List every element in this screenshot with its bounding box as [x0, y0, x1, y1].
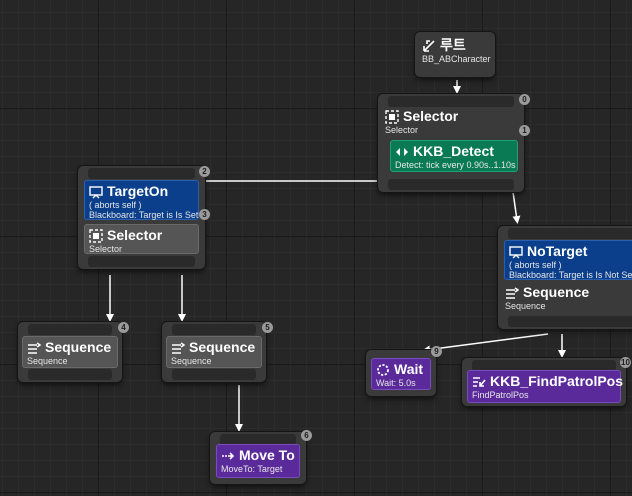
output-pin[interactable]: [388, 179, 514, 190]
selector-sub-subtitle: Selector: [89, 244, 123, 254]
notarget-sequence-subtitle: Sequence: [505, 301, 546, 311]
selector-sub-title: Selector: [107, 227, 163, 243]
input-pin[interactable]: [508, 228, 632, 239]
badge-1: 1: [519, 125, 530, 136]
wire-notarget-wait: [422, 333, 549, 354]
targeton-aborts: ( aborts self ): [89, 200, 142, 210]
output-pin[interactable]: [172, 369, 256, 380]
wait-icon: [377, 363, 389, 376]
sequence-node-4[interactable]: Sequence Sequence: [18, 322, 122, 382]
input-pin[interactable]: [28, 324, 112, 335]
notarget-condition: Blackboard: Target is Is Not Set: [509, 270, 632, 280]
badge-0: 0: [519, 94, 530, 105]
moveto-title: Move To: [239, 447, 295, 463]
findpatrol-box[interactable]: KKB_FindPatrolPos FindPatrolPos: [467, 370, 624, 403]
service-icon: [396, 147, 408, 156]
output-pin[interactable]: [88, 256, 195, 267]
notarget-sequence-title: Sequence: [523, 284, 590, 300]
input-pin[interactable]: [88, 168, 195, 179]
selector-main-subtitle: Selector: [385, 125, 419, 135]
decorator-icon: [89, 185, 103, 198]
targeton-condition: Blackboard: Target is Is Set: [89, 210, 199, 220]
badge-3: 3: [199, 209, 210, 220]
sequence-icon: [506, 286, 519, 299]
decorator-icon: [509, 245, 523, 258]
targeton-selector-node[interactable]: TargetOn ( aborts self ) Blackboard: Tar…: [78, 166, 205, 269]
sequence-box-5[interactable]: Sequence Sequence: [166, 336, 262, 368]
input-pin[interactable]: [172, 324, 256, 335]
wire-selector-notarget: [512, 191, 521, 224]
sequence-node-5[interactable]: Sequence Sequence: [162, 322, 266, 382]
selector-icon: [385, 109, 399, 124]
sequence-icon: [172, 341, 185, 354]
service-kkb-detect[interactable]: KKB_Detect Detect: tick every 0.90s..1.1…: [390, 140, 518, 172]
selector-sub-box[interactable]: Selector Selector: [84, 224, 199, 254]
decorator-targeton[interactable]: TargetOn ( aborts self ) Blackboard: Tar…: [84, 180, 199, 220]
output-pin[interactable]: [508, 316, 632, 327]
sequence-4-subtitle: Sequence: [27, 356, 68, 366]
wait-title: Wait: [394, 361, 424, 377]
output-pin[interactable]: [28, 369, 112, 380]
moveto-task-node[interactable]: Move To MoveTo: Target: [210, 432, 306, 484]
notarget-aborts: ( aborts self ): [509, 260, 562, 270]
sequence-4-title: Sequence: [45, 339, 112, 355]
wait-subtitle: Wait: 5.0s: [376, 378, 416, 388]
badge-10: 10: [620, 357, 631, 368]
badge-6: 6: [301, 430, 312, 441]
findpatrol-subtitle: FindPatrolPos: [472, 390, 529, 400]
service-title: KKB_Detect: [413, 143, 494, 159]
moveto-icon: [222, 451, 235, 460]
decorator-notarget[interactable]: NoTarget ( aborts self ) Blackboard: Tar…: [504, 240, 632, 280]
selector-icon: [89, 228, 103, 243]
selector-main-title: Selector: [403, 108, 459, 124]
wait-box[interactable]: Wait Wait: 5.0s: [371, 358, 431, 390]
badge-2: 2: [199, 166, 210, 177]
findpatrol-icon: [473, 376, 486, 387]
findpatrol-task-node[interactable]: KKB_FindPatrolPos FindPatrolPos: [462, 358, 626, 406]
findpatrol-title: KKB_FindPatrolPos: [490, 373, 624, 389]
root-subtitle: BB_ABCharacter: [422, 54, 491, 64]
service-subtitle: Detect: tick every 0.90s..1.10s: [395, 160, 516, 170]
root-node[interactable]: 루트 BB_ABCharacter: [415, 32, 495, 77]
input-pin[interactable]: [388, 96, 514, 107]
notarget-title: NoTarget: [527, 243, 588, 259]
moveto-box[interactable]: Move To MoveTo: Target: [216, 444, 300, 478]
badge-4: 4: [118, 322, 129, 333]
targeton-title: TargetOn: [107, 183, 169, 199]
sequence-icon: [28, 341, 41, 354]
sequence-box-4[interactable]: Sequence Sequence: [22, 336, 118, 368]
sequence-5-subtitle: Sequence: [171, 356, 212, 366]
notarget-sequence-node[interactable]: NoTarget ( aborts self ) Blackboard: Tar…: [498, 226, 632, 329]
sequence-5-title: Sequence: [189, 339, 256, 355]
badge-9: 9: [431, 346, 442, 357]
wait-task-node[interactable]: Wait Wait: 5.0s: [366, 350, 436, 396]
selector-main-node[interactable]: Selector Selector KKB_Detect Detect: tic…: [378, 94, 524, 192]
badge-5: 5: [262, 322, 273, 333]
moveto-subtitle: MoveTo: Target: [221, 464, 283, 474]
root-icon: [423, 39, 435, 52]
root-title: 루트: [440, 37, 466, 53]
